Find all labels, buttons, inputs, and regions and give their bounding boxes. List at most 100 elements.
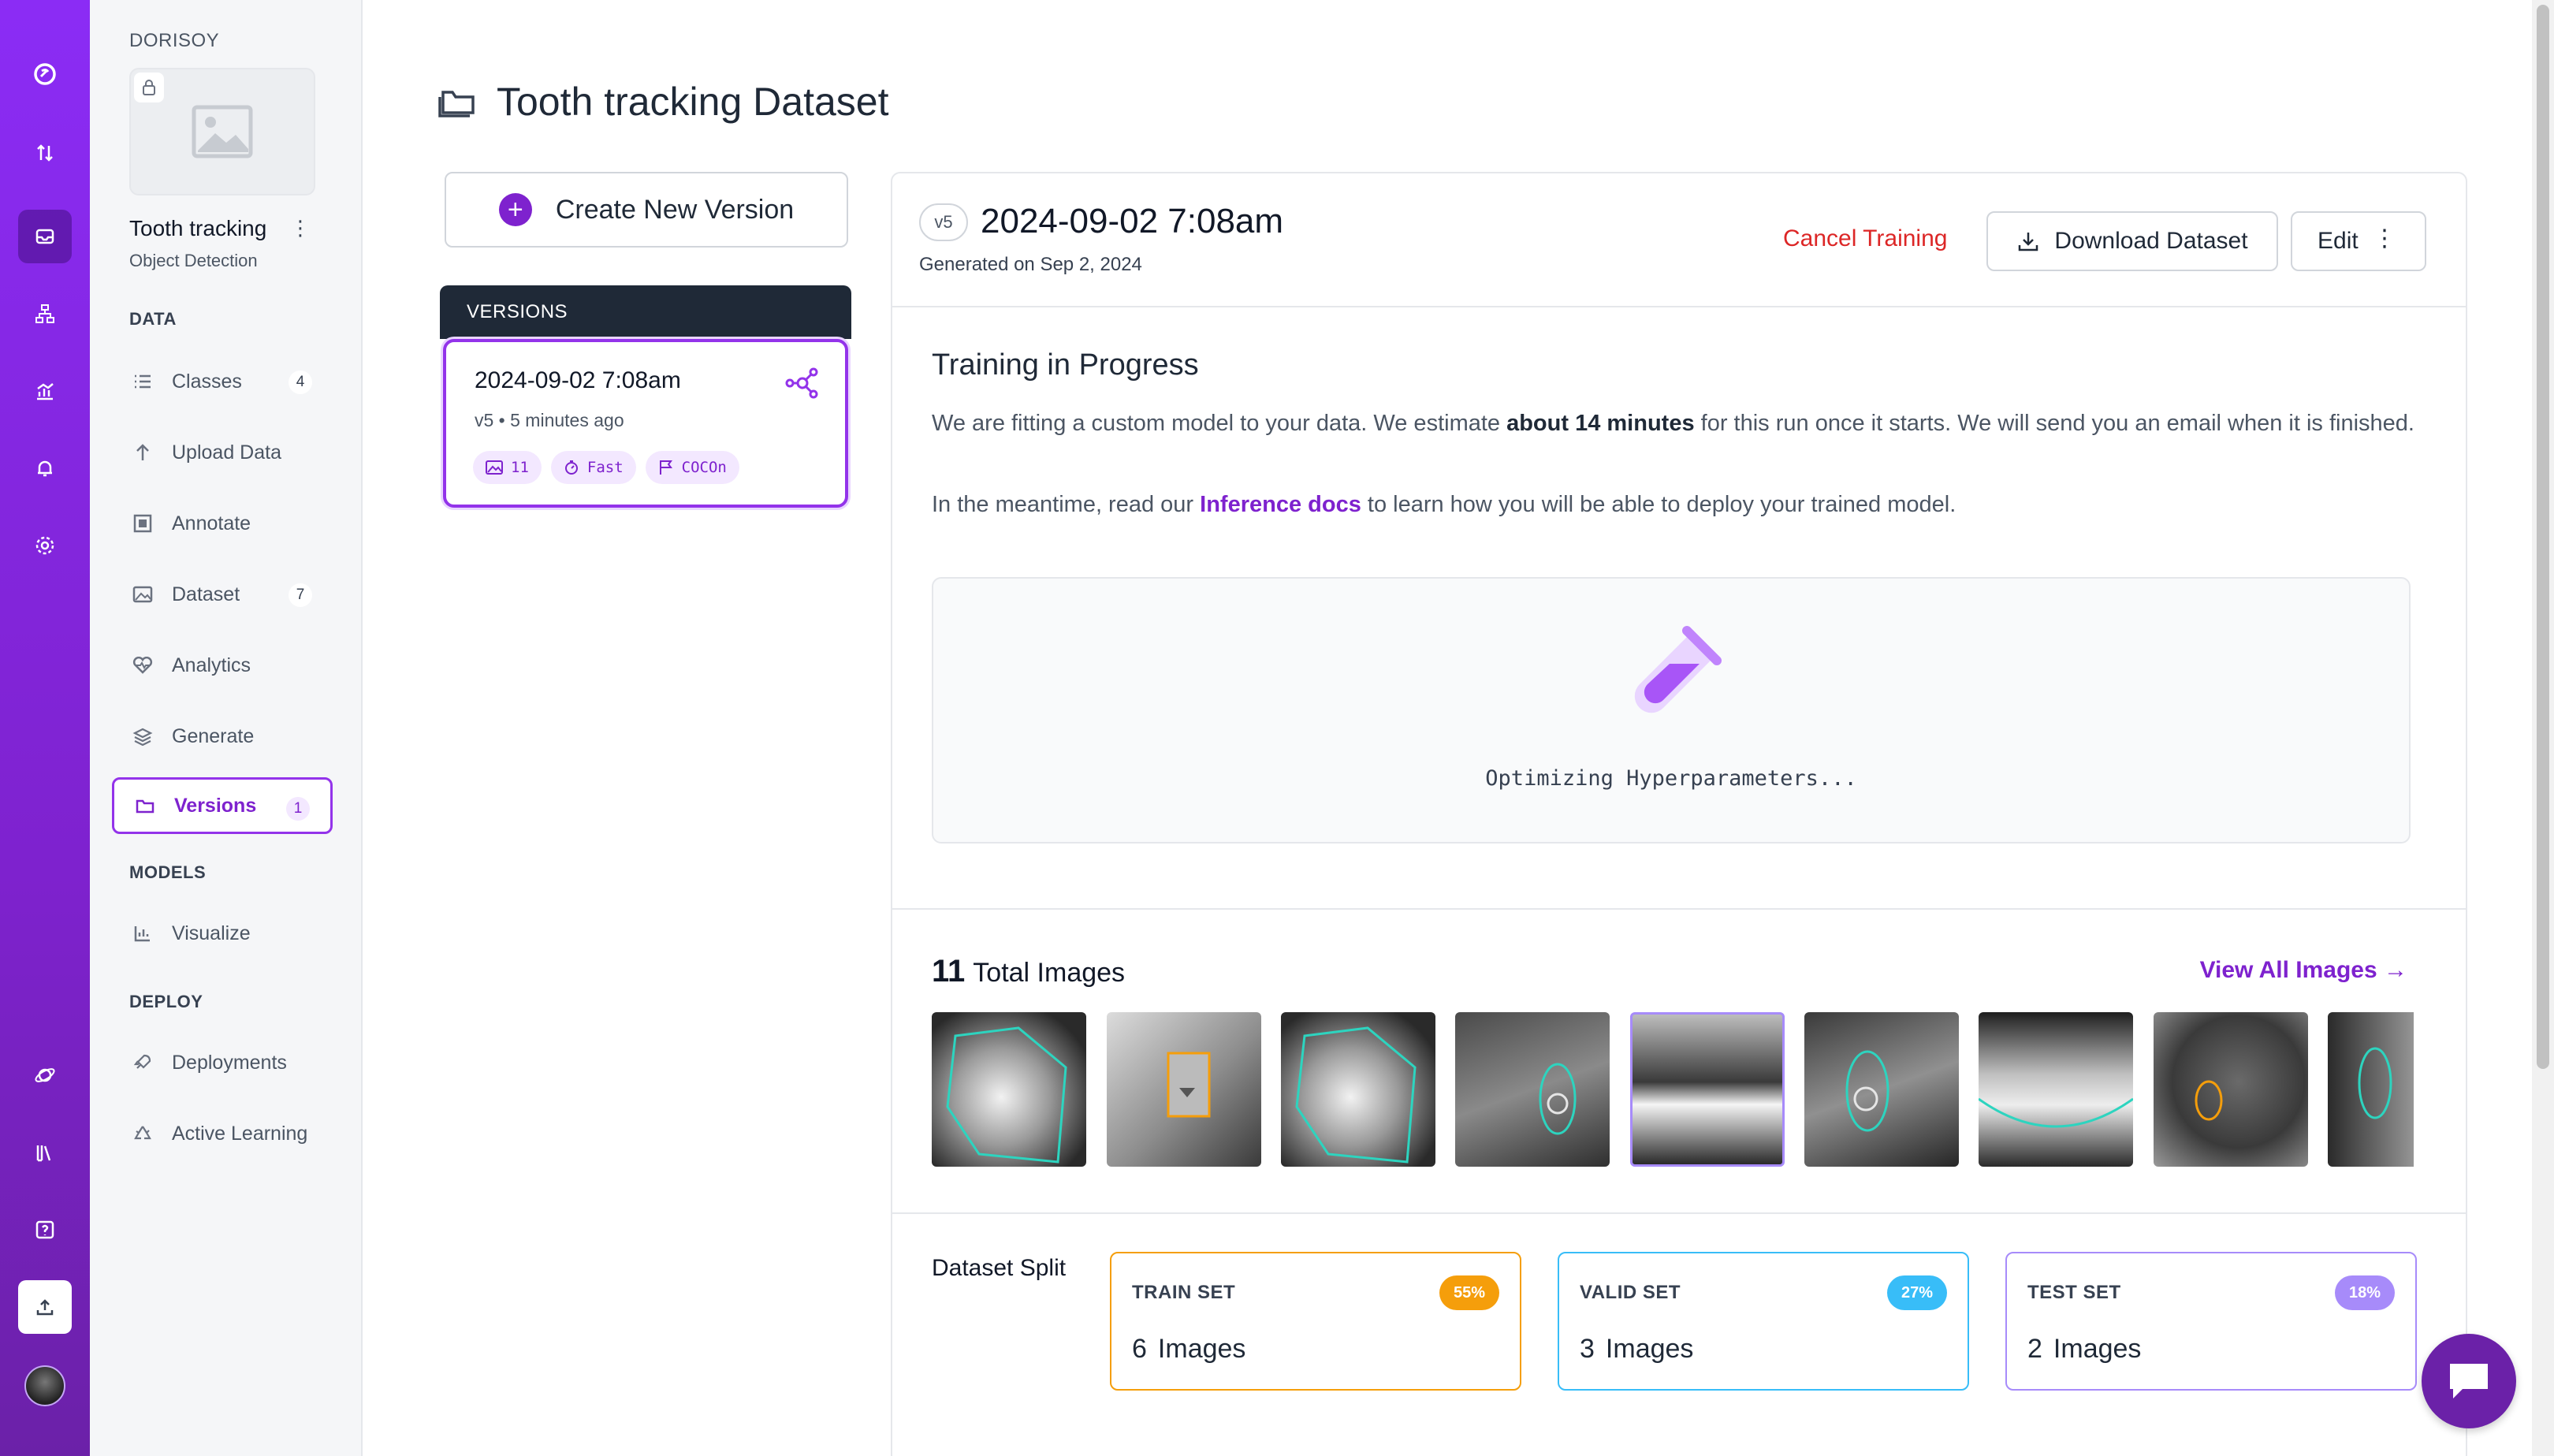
monitoring-chart-icon[interactable] bbox=[18, 364, 72, 418]
sidebar-item-classes[interactable]: Classes 4 bbox=[112, 353, 333, 410]
sidebar-item-analytics[interactable]: Analytics bbox=[112, 637, 333, 694]
logo-icon[interactable] bbox=[18, 47, 72, 101]
sidebar-item-generate[interactable]: Generate bbox=[112, 708, 333, 765]
create-new-version-button[interactable]: + Create New Version bbox=[445, 172, 848, 248]
split-percent-badge: 18% bbox=[2334, 1275, 2395, 1310]
chat-message-icon bbox=[2450, 1364, 2488, 1398]
sidebar-item-upload-data[interactable]: Upload Data bbox=[112, 424, 333, 481]
count-badge: 4 bbox=[289, 371, 312, 394]
upload-tray-icon[interactable] bbox=[18, 1280, 72, 1334]
model-network-icon bbox=[784, 366, 821, 404]
split-count: 3 Images bbox=[1580, 1334, 1694, 1364]
split-name: VALID SET bbox=[1580, 1282, 1681, 1303]
scrollbar-thumb[interactable] bbox=[2537, 5, 2549, 1069]
training-progress-box: Optimizing Hyperparameters... bbox=[932, 577, 2411, 843]
projects-inbox-icon[interactable] bbox=[18, 210, 72, 263]
version-title: 2024-09-02 7:08am bbox=[475, 367, 681, 393]
kebab-menu-icon: ⋮ bbox=[2373, 225, 2396, 251]
project-type: Object Detection bbox=[129, 251, 258, 270]
section-data-label: DATA bbox=[129, 309, 177, 329]
project-menu-kebab-icon[interactable]: ⋮ bbox=[290, 216, 311, 240]
support-chat-button[interactable] bbox=[2422, 1334, 2516, 1428]
sidebar-item-deployments[interactable]: Deployments bbox=[112, 1034, 333, 1091]
section-deploy-label: DEPLOY bbox=[129, 992, 203, 1011]
edit-label: Edit bbox=[2318, 228, 2359, 254]
notifications-bell-icon[interactable] bbox=[18, 441, 72, 495]
image-thumbnail[interactable] bbox=[1281, 1012, 1435, 1167]
version-detail-title: 2024-09-02 7:08am bbox=[981, 202, 1284, 240]
version-subtitle: v5 • 5 minutes ago bbox=[475, 410, 624, 430]
count-badge: 7 bbox=[289, 583, 312, 607]
sidebar-item-label: Active Learning bbox=[172, 1122, 308, 1145]
workspace-name[interactable]: DORISOY bbox=[129, 30, 219, 52]
image-thumbnail[interactable] bbox=[1979, 1012, 2133, 1167]
timer-icon bbox=[564, 460, 578, 475]
valid-set-card[interactable]: VALID SET 27% 3 Images bbox=[1558, 1252, 1969, 1391]
sidebar-item-label: Upload Data bbox=[172, 441, 281, 464]
plus-circle-icon: + bbox=[498, 193, 532, 226]
image-thumbnail[interactable] bbox=[1455, 1012, 1610, 1167]
sidebar-item-active-learning[interactable]: Active Learning bbox=[112, 1105, 333, 1162]
download-dataset-button[interactable]: Download Dataset bbox=[1986, 211, 2278, 271]
section-models-label: MODELS bbox=[129, 862, 207, 882]
sidebar-item-annotate[interactable]: Annotate bbox=[112, 495, 333, 552]
version-detail-panel: v5 2024-09-02 7:08am Generated on Sep 2,… bbox=[891, 172, 2467, 1456]
help-question-icon[interactable] bbox=[18, 1203, 72, 1257]
image-thumbnail[interactable] bbox=[2328, 1012, 2414, 1167]
image-thumbnail[interactable] bbox=[932, 1012, 1086, 1167]
page-title: Tooth tracking Dataset bbox=[497, 80, 889, 124]
image-thumbnail[interactable] bbox=[1630, 1012, 1785, 1167]
image-count-tag: 11 bbox=[473, 451, 542, 484]
divider bbox=[892, 908, 2466, 910]
visualize-chart-icon bbox=[131, 922, 155, 945]
sidebar-item-versions[interactable]: Versions 1 bbox=[112, 777, 333, 834]
rocket-icon bbox=[131, 1051, 155, 1074]
project-name[interactable]: Tooth tracking bbox=[129, 216, 266, 241]
project-sidebar: DORISOY Tooth tracking ⋮ Object Detectio… bbox=[90, 0, 363, 1456]
version-detail-header: v5 2024-09-02 7:08am Generated on Sep 2,… bbox=[892, 173, 2466, 307]
workflows-icon[interactable] bbox=[18, 287, 72, 341]
training-docs-note: In the meantime, read our Inference docs… bbox=[932, 492, 1956, 517]
library-books-icon[interactable] bbox=[18, 1126, 72, 1179]
image-icon bbox=[486, 460, 503, 475]
image-thumbnail[interactable] bbox=[1804, 1012, 1959, 1167]
training-status-text: Optimizing Hyperparameters... bbox=[1485, 766, 1857, 791]
generated-date: Generated on Sep 2, 2024 bbox=[919, 254, 1142, 275]
app-root: DORISOY Tooth tracking ⋮ Object Detectio… bbox=[0, 0, 2554, 1456]
recycle-icon bbox=[131, 1122, 155, 1145]
training-description: We are fitting a custom model to your da… bbox=[932, 411, 2414, 436]
image-thumbnail[interactable] bbox=[2154, 1012, 2308, 1167]
sidebar-item-label: Deployments bbox=[172, 1051, 287, 1074]
split-name: TEST SET bbox=[2027, 1282, 2121, 1303]
sidebar-item-label: Generate bbox=[172, 724, 255, 747]
version-tags: 11 Fast COCOn bbox=[473, 451, 739, 484]
generate-layers-icon bbox=[131, 724, 155, 748]
split-count: 6 Images bbox=[1132, 1334, 1246, 1364]
edit-menu-button[interactable]: Edit ⋮ bbox=[2291, 211, 2426, 271]
version-card-selected[interactable]: 2024-09-02 7:08am v5 • 5 minutes ago 11 … bbox=[443, 339, 848, 508]
train-set-card[interactable]: TRAIN SET 55% 6 Images bbox=[1110, 1252, 1521, 1391]
sidebar-item-label: Annotate bbox=[172, 512, 251, 534]
test-tube-icon bbox=[1634, 626, 1722, 713]
sidebar-item-label: Classes bbox=[172, 370, 242, 393]
folder-stack-icon bbox=[438, 91, 475, 117]
download-icon bbox=[2019, 233, 2038, 251]
split-name: TRAIN SET bbox=[1132, 1282, 1236, 1303]
switch-arrows-icon[interactable] bbox=[18, 126, 72, 180]
split-percent-badge: 27% bbox=[1886, 1275, 1947, 1310]
image-thumbnail[interactable] bbox=[1107, 1012, 1261, 1167]
sidebar-item-visualize[interactable]: Visualize bbox=[112, 905, 333, 962]
split-percent-badge: 55% bbox=[1439, 1275, 1499, 1310]
cancel-training-link[interactable]: Cancel Training bbox=[1783, 225, 1947, 252]
image-thumbnail-strip bbox=[932, 1012, 2414, 1170]
test-set-card[interactable]: TEST SET 18% 2 Images bbox=[2005, 1252, 2417, 1391]
user-avatar[interactable] bbox=[24, 1365, 65, 1406]
inference-docs-link[interactable]: Inference docs bbox=[1200, 492, 1361, 517]
settings-gear-icon[interactable] bbox=[18, 519, 72, 572]
view-all-images-link[interactable]: View All Images → bbox=[2200, 957, 2407, 984]
page-scrollbar[interactable] bbox=[2532, 0, 2554, 1456]
sidebar-item-dataset[interactable]: Dataset 7 bbox=[112, 566, 333, 623]
universe-planet-icon[interactable] bbox=[18, 1048, 72, 1102]
flag-icon bbox=[659, 460, 672, 475]
project-thumbnail[interactable] bbox=[129, 68, 315, 195]
